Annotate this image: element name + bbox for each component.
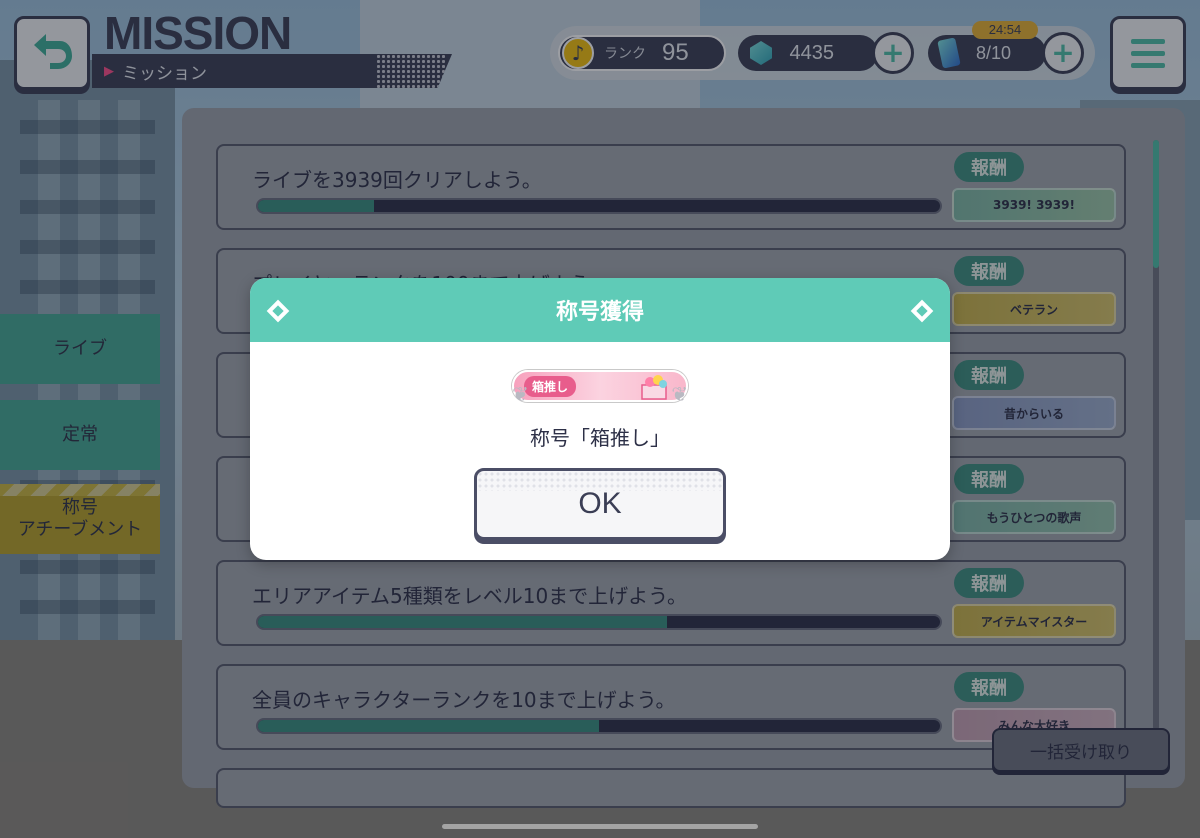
dialog-title: 称号獲得 [555, 300, 644, 325]
title-acquired-dialog: 称号獲得 ❦ 箱推し ❦ 称号「箱推し」 OK [250, 278, 950, 560]
home-indicator[interactable] [442, 824, 758, 829]
gift-box-icon [641, 375, 667, 400]
diamond-icon [910, 299, 934, 323]
ok-button[interactable]: OK [474, 468, 726, 540]
diamond-icon [266, 299, 290, 323]
laurel-icon: ❦ [671, 382, 688, 406]
title-plate-label: 箱推し [524, 375, 577, 397]
award-text: 称号「箱推し」 [530, 426, 670, 450]
ok-label: OK [578, 487, 622, 520]
dialog-header: 称号獲得 [250, 278, 950, 342]
title-plate: ❦ 箱推し ❦ [506, 366, 694, 406]
laurel-icon: ❦ [512, 382, 529, 406]
